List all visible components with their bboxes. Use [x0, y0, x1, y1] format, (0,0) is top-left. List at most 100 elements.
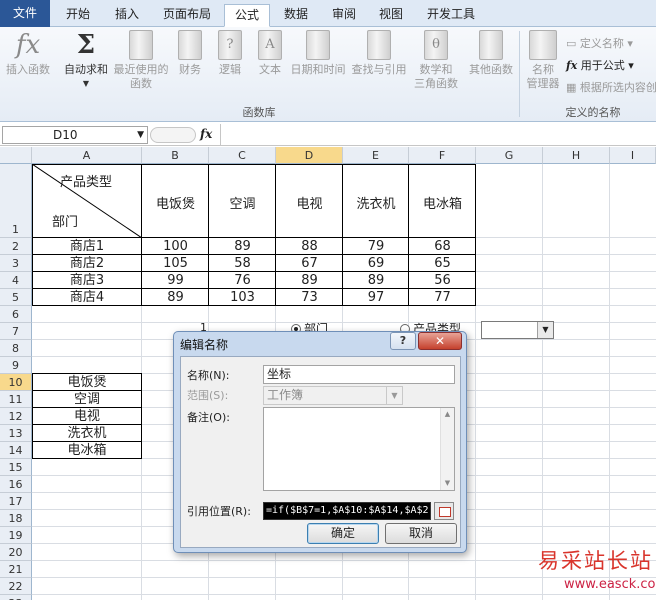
formula-bar: D10 ▼ fx — [0, 124, 656, 146]
table-border — [408, 164, 409, 306]
define-name-button[interactable]: ▭ 定义名称 ▾ — [566, 35, 633, 51]
math-button[interactable]: θ 数学和 三角函数 — [410, 30, 462, 91]
tab-formulas[interactable]: 公式 — [224, 4, 270, 27]
book-icon — [178, 30, 202, 60]
row-header-5[interactable]: 5 — [0, 289, 32, 306]
row-header-23[interactable]: 23 — [0, 595, 32, 600]
row-header-17[interactable]: 17 — [0, 493, 32, 510]
insert-function-fx-icon[interactable]: fx — [200, 127, 212, 141]
row-header-7[interactable]: 7 — [0, 323, 32, 340]
table-border — [32, 441, 142, 442]
row-header-21[interactable]: 21 — [0, 561, 32, 578]
table-border — [32, 164, 33, 306]
help-button[interactable]: ? — [390, 332, 416, 350]
row-label-cell: 商店4 — [69, 290, 105, 305]
data-cell: 76 — [234, 273, 251, 288]
ok-button[interactable]: 确定 — [307, 523, 379, 544]
data-cell: 105 — [163, 256, 188, 271]
row-header-20[interactable]: 20 — [0, 544, 32, 561]
column-header-g[interactable]: G — [476, 147, 543, 164]
formula-bar-expander[interactable] — [150, 127, 196, 143]
comment-label: 备注(O): — [187, 411, 230, 424]
recent-functions-button[interactable]: 最近使用的 函数 — [112, 30, 170, 91]
row-header-9[interactable]: 9 — [0, 357, 32, 374]
name-box[interactable]: D10 ▼ — [2, 126, 148, 144]
financial-button[interactable]: 财务 — [172, 30, 208, 77]
row-header-4[interactable]: 4 — [0, 272, 32, 289]
row-header-11[interactable]: 11 — [0, 391, 32, 408]
datetime-button[interactable]: 日期和时间 — [290, 30, 346, 77]
data-cell: 77 — [434, 290, 451, 305]
gridline-vertical — [542, 164, 543, 600]
row-header-6[interactable]: 6 — [0, 306, 32, 323]
row-header-2[interactable]: 2 — [0, 238, 32, 255]
column-header-e[interactable]: E — [343, 147, 409, 164]
data-cell: 89 — [301, 273, 318, 288]
insert-function-button[interactable]: fx 插入函数 — [4, 30, 52, 77]
text-button[interactable]: A 文本 — [252, 30, 288, 77]
row-header-19[interactable]: 19 — [0, 527, 32, 544]
data-cell: 73 — [301, 290, 318, 305]
row-header-22[interactable]: 22 — [0, 578, 32, 595]
table-border — [475, 164, 476, 306]
scope-select: 工作簿 ▼ — [263, 386, 403, 405]
logical-button[interactable]: ? 逻辑 — [212, 30, 248, 77]
column-header-c[interactable]: C — [209, 147, 276, 164]
tab-page-layout[interactable]: 页面布局 — [154, 4, 220, 27]
column-header-d[interactable]: D — [276, 147, 343, 164]
tab-developer[interactable]: 开发工具 — [418, 4, 484, 27]
watermark-url: www.easck.com — [564, 577, 656, 592]
collapse-dialog-icon[interactable] — [434, 502, 454, 520]
row-header-18[interactable]: 18 — [0, 510, 32, 527]
cancel-button[interactable]: 取消 — [385, 523, 457, 544]
autosum-button[interactable]: Σ 自动求和 ▼ — [62, 30, 110, 91]
row-header-16[interactable]: 16 — [0, 476, 32, 493]
column-header-b[interactable]: B — [142, 147, 209, 164]
row-header-15[interactable]: 15 — [0, 459, 32, 476]
scroll-down-icon[interactable]: ▼ — [441, 477, 454, 490]
tab-view[interactable]: 视图 — [368, 4, 414, 27]
book-icon — [479, 30, 503, 60]
col-header-washer: 洗衣机 — [356, 197, 396, 212]
use-in-formula-button[interactable]: fx 用于公式 ▾ — [566, 57, 634, 73]
row-header-14[interactable]: 14 — [0, 442, 32, 459]
lookup-button[interactable]: 查找与引用 — [350, 30, 408, 77]
select-all-corner[interactable] — [0, 147, 32, 164]
row-header-8[interactable]: 8 — [0, 340, 32, 357]
column-header-h[interactable]: H — [543, 147, 610, 164]
row-label-cell: 商店1 — [69, 239, 105, 254]
name-manager-button[interactable]: 名称 管理器 — [524, 30, 562, 91]
table-border — [32, 237, 476, 238]
row-header-1[interactable]: 1 — [0, 164, 32, 238]
combo-box[interactable]: ▼ — [481, 321, 554, 339]
name-input[interactable]: 坐标 — [263, 365, 455, 384]
other-functions-button[interactable]: 其他函数 — [466, 30, 516, 77]
sigma-icon: Σ — [76, 30, 96, 60]
row-header-3[interactable]: 3 — [0, 255, 32, 272]
tab-insert[interactable]: 插入 — [104, 4, 150, 27]
table-border — [32, 373, 142, 374]
tab-review[interactable]: 审阅 — [322, 4, 366, 27]
close-button[interactable]: ✕ — [418, 332, 462, 350]
create-from-selection-button[interactable]: ▦ 根据所选内容创 — [566, 79, 656, 95]
fx-small-icon: fx — [566, 59, 578, 72]
chevron-down-icon[interactable]: ▼ — [537, 322, 553, 338]
chevron-down-icon: ▼ — [386, 387, 402, 404]
row-header-10[interactable]: 10 — [0, 374, 32, 391]
tab-home[interactable]: 开始 — [55, 4, 101, 27]
column-header-i[interactable]: I — [610, 147, 656, 164]
col-header-fridge: 电冰箱 — [422, 197, 462, 212]
column-header-f[interactable]: F — [409, 147, 476, 164]
tab-data[interactable]: 数据 — [273, 4, 319, 27]
data-cell: 100 — [163, 239, 188, 254]
row-header-13[interactable]: 13 — [0, 425, 32, 442]
tab-file[interactable]: 文件 — [0, 0, 50, 27]
ref-input[interactable]: =if($B$7=1,$A$10:$A$14,$A$2:$A — [263, 502, 431, 520]
scroll-up-icon[interactable]: ▲ — [441, 408, 454, 421]
comment-textarea[interactable]: ▲ ▼ — [263, 407, 455, 491]
scrollbar[interactable]: ▲ ▼ — [440, 408, 454, 490]
data-cell: 103 — [230, 290, 255, 305]
dialog-title: 编辑名称 — [180, 338, 229, 352]
row-header-12[interactable]: 12 — [0, 408, 32, 425]
column-header-a[interactable]: A — [32, 147, 142, 164]
